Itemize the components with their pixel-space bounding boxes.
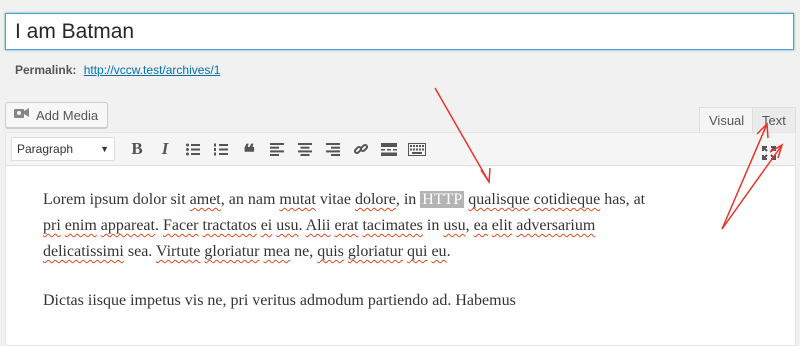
permalink-link[interactable]: http://vccw.test/archives/1 <box>84 63 221 77</box>
editor-toolbar: Paragraph ▼ B I ❝ <box>6 133 795 166</box>
paragraph-1: Lorem ipsum dolor sit amet, an nam mutat… <box>43 191 646 260</box>
selected-text: HTTP <box>420 191 465 208</box>
chevron-down-icon: ▼ <box>100 144 109 154</box>
editor: Paragraph ▼ B I ❝ Lorem ipsum dolor sit … <box>5 132 796 346</box>
tab-text[interactable]: Text <box>752 107 796 133</box>
toolbar-toggle-button[interactable] <box>403 135 431 163</box>
add-media-button[interactable]: Add Media <box>5 102 109 128</box>
insert-link-button[interactable] <box>347 135 375 163</box>
permalink-label: Permalink: <box>15 63 77 77</box>
numbered-list-icon <box>214 143 228 155</box>
align-left-button[interactable] <box>263 135 291 163</box>
editor-content[interactable]: Lorem ipsum dolor sit amet, an nam mutat… <box>43 187 663 337</box>
permalink: Permalink: http://vccw.test/archives/1 <box>15 63 220 77</box>
keyboard-icon <box>408 142 426 156</box>
format-select[interactable]: Paragraph ▼ <box>11 137 115 161</box>
format-select-value: Paragraph <box>17 142 74 156</box>
title-input[interactable] <box>5 13 794 50</box>
italic-button[interactable]: I <box>151 135 179 163</box>
align-right-button[interactable] <box>319 135 347 163</box>
bulleted-list-icon <box>186 143 200 155</box>
add-media-label: Add Media <box>36 107 99 123</box>
blockquote-button[interactable]: ❝ <box>235 135 263 165</box>
fullscreen-icon <box>762 146 776 160</box>
paragraph-2: Dictas iisque impetus vis ne, pri veritu… <box>43 292 516 309</box>
link-icon <box>353 143 369 155</box>
align-center-icon <box>298 142 312 156</box>
fullscreen-button[interactable] <box>755 139 783 167</box>
numbered-list-button[interactable] <box>207 135 235 163</box>
read-more-icon <box>381 142 397 156</box>
read-more-button[interactable] <box>375 135 403 163</box>
media-icon <box>13 106 31 125</box>
tab-visual[interactable]: Visual <box>699 107 755 133</box>
bold-button[interactable]: B <box>123 135 151 163</box>
align-left-icon <box>270 142 284 156</box>
align-center-button[interactable] <box>291 135 319 163</box>
bulleted-list-button[interactable] <box>179 135 207 163</box>
align-right-icon <box>326 142 340 156</box>
